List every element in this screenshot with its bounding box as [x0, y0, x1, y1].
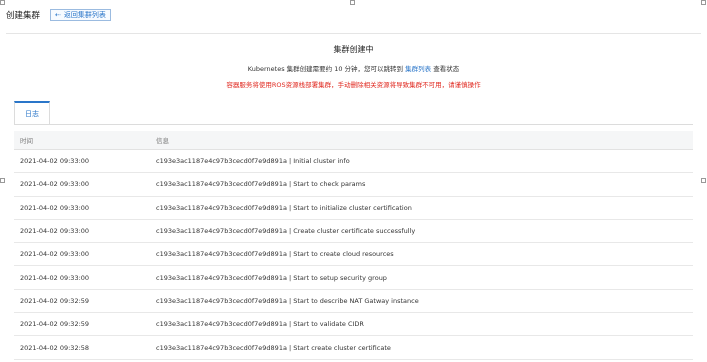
page-header: 创建集群 ⇠ 返回集群列表: [6, 8, 111, 22]
log-time-cell: 2021-04-02 09:32:58: [20, 343, 90, 352]
resize-handle-top-middle: [350, 0, 355, 5]
log-message-cell: c193e3ac1187e4c97b3cecd0f7e9d891a | Star…: [156, 203, 412, 212]
table-row: 2021-04-02 09:33:00 c193e3ac1187e4c97b3ce…: [14, 173, 693, 197]
status-desc-prefix: Kubernetes 集群创建需要约 10 分钟，您可以跳转到: [247, 65, 404, 73]
log-message-cell: c193e3ac1187e4c97b3cecd0f7e9d891a | Star…: [156, 320, 364, 329]
log-message-cell: c193e3ac1187e4c97b3cecd0f7e9d891a | Init…: [156, 157, 350, 166]
log-message-cell: c193e3ac1187e4c97b3cecd0f7e9d891a | Star…: [156, 343, 391, 352]
cluster-list-link[interactable]: 集群列表: [405, 65, 431, 73]
arrow-left-icon: ⇠: [55, 11, 61, 19]
log-message-cell: c193e3ac1187e4c97b3cecd0f7e9d891a | Star…: [156, 296, 419, 305]
resize-handle-middle-left: [0, 178, 5, 183]
column-header-time: 时间: [20, 137, 33, 145]
resize-handle-top-right: [701, 0, 706, 5]
back-to-cluster-list-button[interactable]: ⇠ 返回集群列表: [50, 9, 111, 21]
creation-status: 集群创建中 Kubernetes 集群创建需要约 10 分钟，您可以跳转到 集群…: [0, 44, 707, 89]
status-desc-suffix: 查看状态: [433, 65, 460, 73]
tab-log[interactable]: 日志: [14, 101, 50, 125]
status-warning: 容器服务将使用ROS资源栈部署集群，手动删除相关资源将导致集群不可用，请谨慎操作: [226, 81, 481, 89]
resize-handle-middle-right: [701, 178, 706, 183]
column-header-message: 信息: [156, 137, 169, 145]
log-time-cell: 2021-04-02 09:33:00: [20, 227, 90, 236]
log-time-cell: 2021-04-02 09:33:00: [20, 180, 90, 189]
header-divider: [6, 33, 701, 34]
back-button-label: 返回集群列表: [63, 11, 106, 19]
log-time-cell: 2021-04-02 09:33:00: [20, 250, 90, 259]
log-time-cell: 2021-04-02 09:32:59: [20, 320, 90, 329]
table-row: 2021-04-02 09:32:59 c193e3ac1187e4c97b3ce…: [14, 290, 693, 314]
log-time-cell: 2021-04-02 09:33:00: [20, 273, 90, 282]
table-header-row: 时间 信息: [14, 131, 693, 150]
table-row: 2021-04-02 09:33:00 c193e3ac1187e4c97b3ce…: [14, 266, 693, 290]
log-time-cell: 2021-04-02 09:33:00: [20, 203, 90, 212]
log-message-cell: c193e3ac1187e4c97b3cecd0f7e9d891a | Star…: [156, 250, 394, 259]
resize-handle-top-left: [0, 0, 5, 5]
tab-divider: [14, 124, 693, 125]
page-title: 创建集群: [6, 11, 41, 21]
log-table: 时间 信息 2021-04-02 09:33:00 c193e3ac1187e4c…: [14, 131, 693, 360]
log-time-cell: 2021-04-02 09:32:59: [20, 296, 90, 305]
tab-bar: 日志: [14, 101, 50, 125]
status-title: 集群创建中: [333, 45, 374, 54]
table-row: 2021-04-02 09:33:00 c193e3ac1187e4c97b3ce…: [14, 150, 693, 174]
log-message-cell: c193e3ac1187e4c97b3cecd0f7e9d891a | Star…: [156, 180, 366, 189]
table-row: 2021-04-02 09:33:00 c193e3ac1187e4c97b3ce…: [14, 220, 693, 244]
table-row: 2021-04-02 09:32:59 c193e3ac1187e4c97b3ce…: [14, 313, 693, 337]
table-row: 2021-04-02 09:33:00 c193e3ac1187e4c97b3ce…: [14, 197, 693, 220]
table-row: 2021-04-02 09:32:58 c193e3ac1187e4c97b3ce…: [14, 336, 693, 360]
status-description: Kubernetes 集群创建需要约 10 分钟，您可以跳转到 集群列表 查看状…: [0, 63, 707, 73]
table-row: 2021-04-02 09:33:00 c193e3ac1187e4c97b3ce…: [14, 243, 693, 267]
log-message-cell: c193e3ac1187e4c97b3cecd0f7e9d891a | Crea…: [156, 227, 416, 236]
log-time-cell: 2021-04-02 09:33:00: [20, 157, 90, 166]
log-message-cell: c193e3ac1187e4c97b3cecd0f7e9d891a | Star…: [156, 273, 387, 282]
